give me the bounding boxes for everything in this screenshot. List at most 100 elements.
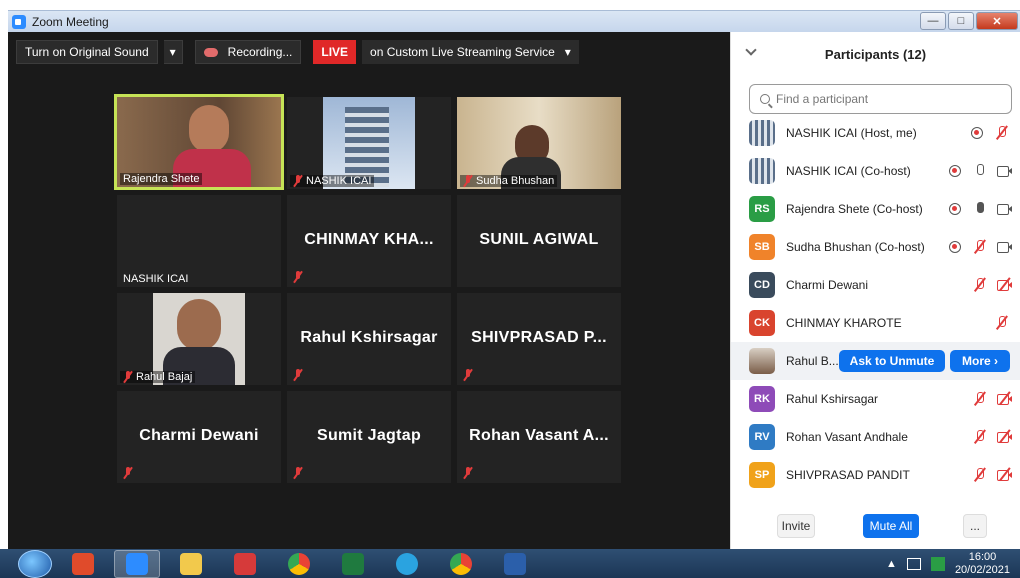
taskbar-pdf-icon[interactable] [60,550,106,578]
participant-row[interactable]: SP SHIVPRASAD PANDIT [731,456,1020,494]
recording-icon [949,203,961,215]
participant-row[interactable]: NASHIK ICAI (Host, me) [731,114,1020,152]
close-button[interactable]: ✕ [976,12,1018,30]
maximize-button[interactable]: □ [948,12,974,30]
taskbar-telegram-icon[interactable] [384,550,430,578]
participant-row[interactable]: CD Charmi Dewani [731,266,1020,304]
participant-row[interactable]: SB Sudha Bhushan (Co-host) [731,228,1020,266]
start-button[interactable] [18,549,52,578]
participant-name: Rohan Vasant Andhale [786,430,908,444]
tile-name: NASHIK ICAI [290,175,375,187]
tile-name: Sudha Bhushan [460,175,558,187]
video-tile-nashik-icai[interactable]: NASHIK ICAI [287,97,451,189]
mic-icon[interactable] [975,202,984,216]
window-titlebar: Zoom Meeting — □ ✕ [8,10,1020,32]
tile-label: Rahul Kshirsagar [300,329,438,346]
participant-row[interactable]: NASHIK ICAI (Co-host) [731,152,1020,190]
participant-row[interactable]: RK Rahul Kshirsagar [731,380,1020,418]
original-sound-button[interactable]: Turn on Original Sound [16,40,158,64]
taskbar-excel-icon[interactable] [330,550,376,578]
tile-label: SUNIL AGIWAL [479,231,599,248]
avatar [749,348,775,374]
participant-name: Charmi Dewani [786,278,869,292]
windows-taskbar: ▲ 16:00 20/02/2021 [0,549,1020,578]
chevron-down-icon: ▾ [564,45,571,59]
participant-row[interactable]: RV Rohan Vasant Andhale [731,418,1020,456]
taskbar-chrome-icon-2[interactable] [438,550,484,578]
video-tile-rajendra[interactable]: Rajendra Shete [114,94,284,190]
video-tile-sudha[interactable]: Sudha Bhushan [457,97,621,189]
tile-name: Rajendra Shete [120,173,203,185]
participant-name: SHIVPRASAD PANDIT [786,468,910,482]
ask-to-unmute-button[interactable]: Ask to Unmute [839,350,945,372]
taskbar-folder-icon[interactable] [168,550,214,578]
clock-time: 16:00 [968,550,997,563]
muted-mic-icon[interactable] [975,278,984,292]
video-tile-sumit[interactable]: Sumit Jagtap [287,391,451,483]
participant-name: CHINMAY KHAROTE [786,316,902,330]
network-icon[interactable] [906,557,921,570]
participants-title: Participants (12) [824,46,927,62]
video-tile-sunil[interactable]: SUNIL AGIWAL [457,195,621,287]
taskbar-clock[interactable]: 16:00 20/02/2021 [955,551,1010,577]
tile-label: CHINMAY KHA... [304,231,434,248]
cloud-record-icon [203,47,218,57]
muted-mic-icon [123,371,133,383]
participant-row[interactable]: CK CHINMAY KHAROTE [731,304,1020,342]
taskbar-word-icon[interactable] [492,550,538,578]
window-title: Zoom Meeting [32,14,109,29]
minimize-button[interactable]: — [920,12,946,30]
video-tile-rahul-kshirsagar[interactable]: Rahul Kshirsagar [287,293,451,385]
video-tile-charmi[interactable]: Charmi Dewani [117,391,281,483]
more-button[interactable]: More › [950,350,1010,372]
tile-label: Rohan Vasant A... [469,427,609,444]
recording-icon [949,165,961,177]
muted-mic-icon[interactable] [997,316,1006,330]
participants-header: Participants (12) [731,32,1020,76]
invite-button[interactable]: Invite [777,514,815,538]
original-sound-dropdown[interactable]: ▾ [163,40,183,64]
video-tile-rohan[interactable]: Rohan Vasant A... [457,391,621,483]
avatar: SB [749,234,775,260]
video-tile-rahul-bajaj[interactable]: Rahul Bajaj [117,293,281,385]
muted-mic-icon [463,175,473,187]
mic-icon[interactable] [975,164,984,178]
more-options-button[interactable]: ... [963,514,987,538]
recording-icon [971,127,983,139]
avatar: SP [749,462,775,488]
participant-row[interactable]: Rahul B... Ask to Unmute More › [731,342,1020,380]
avatar: CD [749,272,775,298]
video-icon[interactable] [997,165,1012,177]
recording-icon [949,241,961,253]
muted-mic-icon [463,369,473,381]
participant-row[interactable]: RS Rajendra Shete (Co-host) [731,190,1020,228]
stream-service-dropdown[interactable]: on Custom Live Streaming Service ▾ [362,40,579,64]
live-badge[interactable]: LIVE [313,40,357,64]
participant-name: Rajendra Shete (Co-host) [786,202,923,216]
muted-mic-icon[interactable] [975,468,984,482]
muted-mic-icon[interactable] [975,430,984,444]
find-participant-input[interactable]: Find a participant [749,84,1012,114]
avatar: RV [749,424,775,450]
video-tile-nashik-icai-2[interactable]: NASHIK ICAI [117,195,281,287]
chevron-down-icon[interactable] [745,44,757,56]
taskbar-zoom-icon[interactable] [114,549,160,578]
stream-service-label: on Custom Live Streaming Service [370,45,555,59]
taskbar-app-icon[interactable] [222,550,268,578]
video-icon[interactable] [997,241,1012,253]
video-tile-shivprasad[interactable]: SHIVPRASAD P... [457,293,621,385]
mute-all-button[interactable]: Mute All [863,514,919,538]
tray-arrow-icon[interactable]: ▲ [886,558,897,570]
video-tile-chinmay[interactable]: CHINMAY KHA... [287,195,451,287]
quickheal-icon[interactable] [930,556,945,571]
muted-mic-icon [293,369,303,381]
taskbar-chrome-icon[interactable] [276,550,322,578]
recording-indicator[interactable]: Recording... [194,40,302,64]
tile-name: NASHIK ICAI [123,273,189,285]
avatar [749,120,775,146]
muted-mic-icon[interactable] [975,240,984,254]
search-icon [760,94,770,104]
muted-mic-icon[interactable] [975,392,984,406]
muted-mic-icon[interactable] [997,126,1006,140]
video-icon[interactable] [997,203,1012,215]
